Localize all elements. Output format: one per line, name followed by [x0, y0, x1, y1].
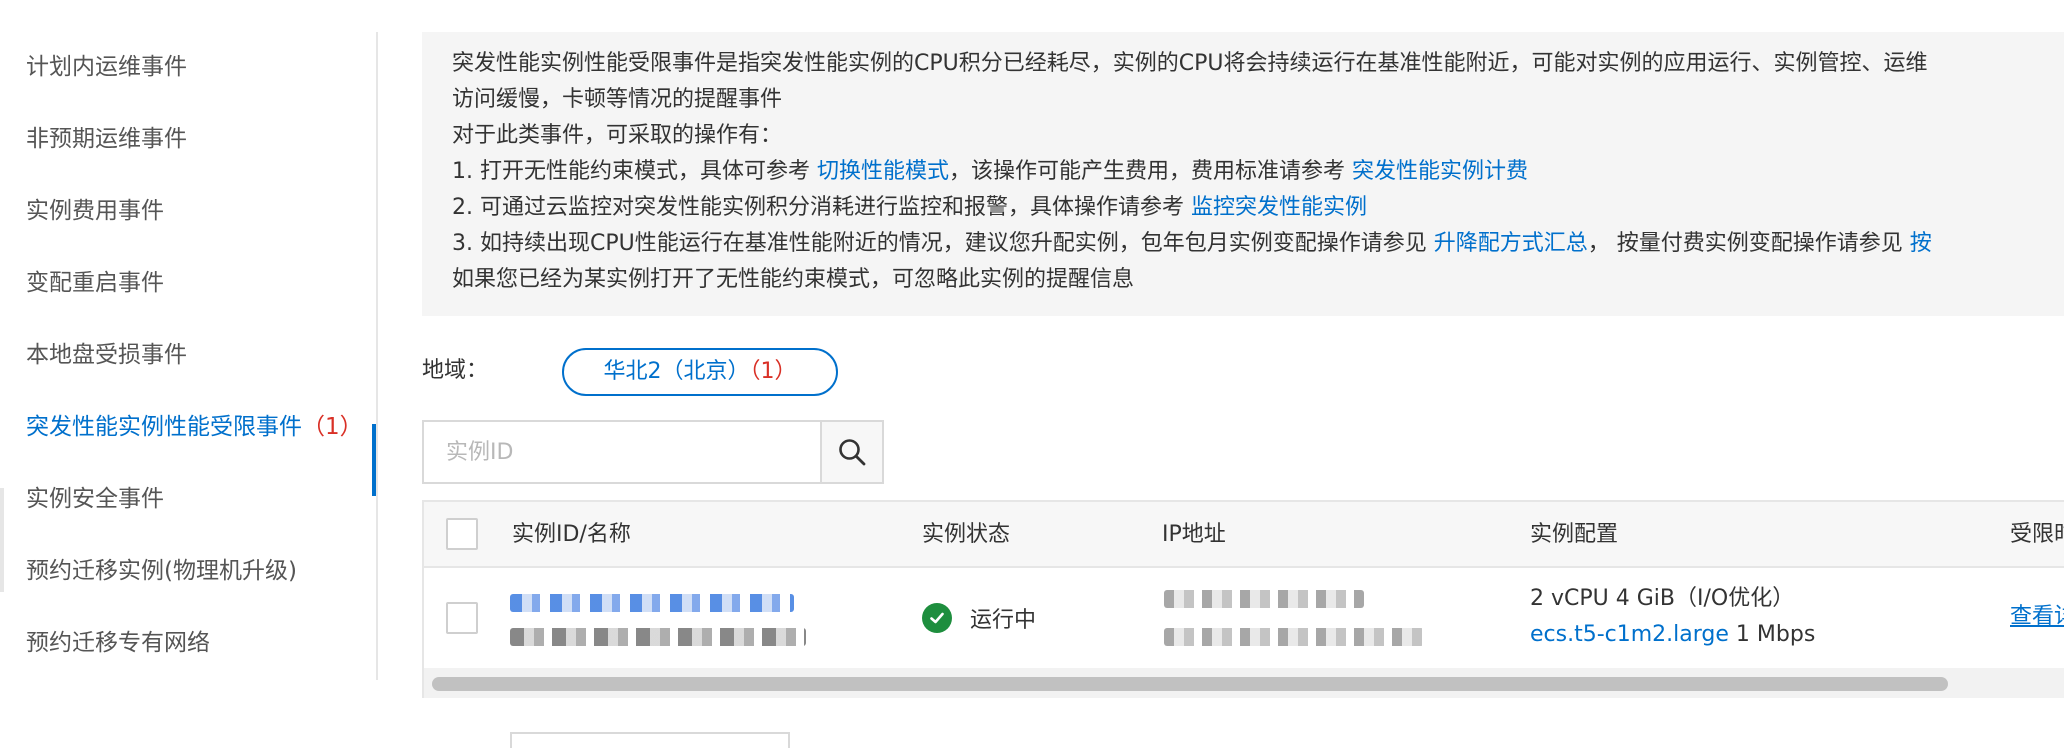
sidebar-item-resize-restart[interactable]: 变配重启事件 — [26, 268, 164, 298]
notice-line-5: 2. 可通过云监控对突发性能实例积分消耗进行监控和报警，具体操作请参考 监控突发… — [452, 190, 2064, 226]
switch-performance-mode-link[interactable]: 切换性能模式 — [817, 159, 949, 184]
region-label: 地域： — [422, 358, 489, 383]
pagination-control[interactable] — [510, 732, 790, 748]
sidebar-item-billing[interactable]: 实例费用事件 — [26, 196, 164, 226]
redacted-public-ip — [1164, 590, 1364, 608]
sidebar-item-local-disk[interactable]: 本地盘受损事件 — [26, 340, 187, 370]
scrollbar-thumb[interactable] — [432, 677, 1948, 691]
notice-line-4: 1. 打开无性能约束模式，具体可参考 切换性能模式，该操作可能产生费用，费用标准… — [452, 154, 2064, 190]
status-text: 运行中 — [970, 608, 1037, 633]
redacted-private-ip — [1164, 628, 1424, 646]
horizontal-scrollbar[interactable] — [424, 668, 2064, 698]
sidebar-item-security[interactable]: 实例安全事件 — [26, 484, 164, 514]
header-status: 实例状态 — [922, 522, 1011, 547]
notice-line-1: 突发性能实例性能受限事件是指突发性能实例的CPU积分已经耗尽，实例的CPU将会持… — [452, 51, 1928, 76]
header-ip: IP地址 — [1162, 522, 1226, 547]
instance-status: 运行中 — [922, 602, 1036, 634]
sidebar-item-unplanned-ops[interactable]: 非预期运维事件 — [26, 124, 187, 154]
sidebar-item-planned-ops[interactable]: 计划内运维事件 — [26, 52, 187, 82]
sidebar-item-count: （1） — [302, 414, 363, 440]
sidebar-edge-marker — [0, 488, 4, 592]
instance-id-search-input[interactable] — [422, 420, 822, 484]
header-id-name: 实例ID/名称 — [512, 522, 631, 547]
event-sidebar: 计划内运维事件 非预期运维事件 实例费用事件 变配重启事件 本地盘受损事件 突发… — [0, 32, 378, 680]
check-circle-icon — [922, 603, 952, 633]
sidebar-item-migrate-host[interactable]: 预约迁移实例(物理机升级) — [26, 556, 297, 586]
event-description: 突发性能实例性能受限事件是指突发性能实例的CPU积分已经耗尽，实例的CPU将会持… — [422, 32, 2064, 316]
search-icon — [839, 439, 866, 466]
pay-as-you-go-resize-link[interactable]: 按 — [1910, 231, 1932, 256]
table-header: 实例ID/名称 实例状态 IP地址 实例配置 受限时 — [424, 502, 2064, 568]
sidebar-active-indicator — [372, 424, 376, 496]
notice-line-2: 访问缓慢，卡顿等情况的提醒事件 — [452, 87, 783, 112]
monitor-burstable-link[interactable]: 监控突发性能实例 — [1191, 195, 1367, 220]
region-name: 华北2（北京） — [603, 359, 750, 384]
notice-text: 1. 打开无性能约束模式，具体可参考 — [452, 159, 817, 184]
instance-type-line: ecs.t5-c1m2.large 1 Mbps — [1530, 620, 1815, 650]
bandwidth: 1 Mbps — [1728, 622, 1816, 647]
sidebar-item-label: 突发性能实例性能受限事件 — [26, 414, 302, 440]
row-checkbox[interactable] — [446, 602, 478, 634]
instance-spec: 2 vCPU 4 GiB（I/O优化） — [1530, 586, 1795, 611]
view-details-link[interactable]: 查看详 — [2010, 602, 2064, 632]
instance-type-link[interactable]: ecs.t5-c1m2.large — [1530, 622, 1729, 647]
table-row: 运行中 2 vCPU 4 GiB（I/O优化） ecs.t5-c1m2.larg… — [424, 568, 2064, 668]
notice-text: ，该操作可能产生费用，费用标准请参考 — [949, 159, 1352, 184]
notice-line-3: 对于此类事件，可采取的操作有： — [452, 123, 783, 148]
notice-line-7: 如果您已经为某实例打开了无性能约束模式，可忽略此实例的提醒信息 — [452, 267, 1135, 292]
region-option-beijing[interactable]: 华北2（北京）（1） — [562, 348, 838, 396]
burstable-billing-link[interactable]: 突发性能实例计费 — [1352, 159, 1528, 184]
resize-methods-link[interactable]: 升降配方式汇总 — [1434, 231, 1588, 256]
search-button[interactable] — [820, 420, 884, 484]
header-limit-time: 受限时 — [2010, 522, 2064, 547]
notice-line-6: 3. 如持续出现CPU性能运行在基准性能附近的情况，建议您升配实例，包年包月实例… — [452, 226, 2064, 262]
notice-text: ， 按量付费实例变配操作请参见 — [1587, 231, 1910, 256]
notice-text: 3. 如持续出现CPU性能运行在基准性能附近的情况，建议您升配实例，包年包月实例… — [452, 231, 1434, 256]
sidebar-item-migrate-vpc[interactable]: 预约迁移专有网络 — [26, 628, 210, 658]
notice-text: 2. 可通过云监控对突发性能实例积分消耗进行监控和报警，具体操作请参考 — [452, 195, 1191, 220]
select-all-checkbox[interactable] — [446, 518, 478, 550]
header-config: 实例配置 — [1530, 522, 1619, 547]
region-count: （1） — [749, 359, 797, 384]
instance-table: 实例ID/名称 实例状态 IP地址 实例配置 受限时 运行中 2 vCPU 4 … — [422, 500, 2064, 698]
page-root: 计划内运维事件 非预期运维事件 实例费用事件 变配重启事件 本地盘受损事件 突发… — [0, 0, 2064, 748]
sidebar-item-burstable-limited[interactable]: 突发性能实例性能受限事件（1） — [26, 412, 363, 442]
redacted-instance-name — [510, 628, 806, 646]
redacted-instance-id[interactable] — [510, 594, 794, 612]
